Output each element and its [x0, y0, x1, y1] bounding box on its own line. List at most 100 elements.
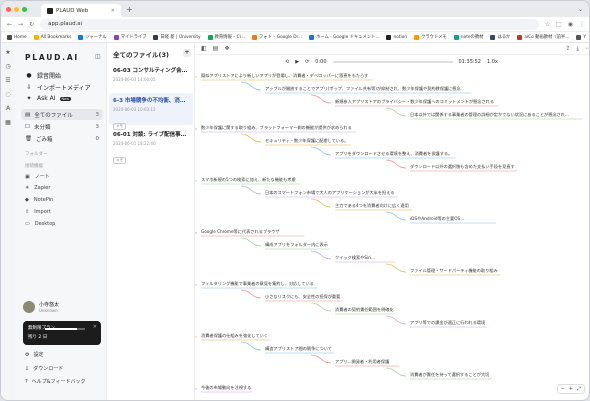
bookmark-item[interactable]: 教育情報 – Ci... — [207, 34, 245, 40]
bookmark-item[interactable]: notion — [386, 34, 407, 40]
bookmark-item[interactable]: はるか — [490, 34, 510, 40]
bookmark-item[interactable]: Y — [576, 34, 586, 40]
mindmap-canvas[interactable]: 擬似アプリストアにより新しいアプリが登場し、消費者・デベロッパーに恩恵をもたらす… — [195, 69, 589, 400]
reload-icon[interactable]: ↻ — [29, 21, 34, 28]
playback-progress-bar[interactable] — [332, 61, 453, 63]
back-icon[interactable]: ← — [7, 21, 12, 28]
mindmap-node[interactable]: 新規参入アプリストアのプライバシー・数少年保護へのコミットメントが懸念される — [335, 99, 494, 105]
mindmap-node[interactable]: 小さなリスクにも、安全性の担保が重要 — [265, 294, 340, 300]
panel-toggle-icon[interactable]: ◧ — [201, 45, 207, 52]
apps-icon[interactable]: ▦ — [5, 119, 11, 126]
folder-section-label[interactable]: フォルダー — [25, 151, 48, 157]
star-icon[interactable]: ★ — [5, 49, 10, 56]
share-icon[interactable]: ⇪ — [565, 45, 570, 52]
mindmap-node[interactable]: クイック検索やSiri... — [335, 255, 375, 261]
bookmark-item[interactable]: ジャーナル — [78, 34, 107, 40]
sidebar-item-note[interactable]: ▣ ノート — [25, 173, 50, 181]
file-item-selected[interactable]: 6-3 市場競争の不均衡、消費者保護... 2024-06-03 10:03:1… — [109, 93, 193, 130]
record-start-button[interactable]: ● 録音開始 — [25, 71, 61, 80]
more-icon[interactable]: ⋯ — [585, 45, 589, 52]
file-item[interactable]: 06-03 コンサルティング会議：アドバ... 2024-06-03 14:00… — [109, 63, 193, 100]
play-icon[interactable]: ▶ — [295, 59, 299, 65]
sidebar-item-uncategorized[interactable]: ☐ 未分類 3 — [21, 121, 103, 132]
mindmap-node[interactable]: ファイル管理・サードパーティ機能の取り組み — [410, 268, 498, 274]
mindmap-connector — [195, 388, 198, 390]
mindmap-node[interactable]: スマホ新規の5つの検索に加え、新たな機能も考慮 — [201, 177, 296, 183]
bookmark-item[interactable]: All Bookmarks — [33, 34, 71, 40]
mindmap-node[interactable]: ダウンロード以外の選択肢も含めた支払い手段を見直す — [410, 164, 515, 170]
bookmark-item[interactable]: noteの教材 — [453, 34, 483, 40]
menu-dots-icon[interactable]: ⋮ — [579, 21, 585, 28]
bookmark-item[interactable]: Home — [7, 34, 27, 40]
settings-button[interactable]: ⚙ 設定 — [25, 351, 44, 359]
add-file-button[interactable]: + — [183, 49, 191, 57]
mindmap-node[interactable]: 消費者の契約責任範囲を明確化 — [335, 307, 394, 313]
extensions-icon[interactable]: ⬚ — [556, 21, 562, 28]
star-icon[interactable]: ☆ — [545, 21, 550, 28]
bookmark-item[interactable]: ホーム - Google ドキュメント... — [309, 34, 379, 40]
download-button[interactable]: ⇩ ダウンロード — [25, 365, 63, 373]
sidebar-item-trash[interactable]: 🗑 ごみ箱 0 — [21, 133, 103, 144]
bookmark-item[interactable]: 日経 新 | University — [153, 34, 201, 40]
export-icon[interactable]: ⤓ — [576, 45, 579, 53]
history-icon[interactable]: ◷ — [5, 63, 10, 70]
transcript-icon[interactable]: ▤ — [213, 45, 219, 52]
mindmap-node[interactable]: セキュリティ・数少年保護に配慮している。 — [265, 138, 348, 144]
rewind-icon[interactable]: ⟲ — [285, 59, 289, 65]
sidebar-item-notepin[interactable]: ◆ NotePin — [25, 197, 53, 203]
import-media-button[interactable]: ⇩ インポートメディア — [25, 83, 90, 92]
translate-icon[interactable]: A — [6, 105, 10, 112]
forward-icon[interactable]: ⟳ — [305, 59, 309, 65]
mindmap-node[interactable]: 数少年保護に関する取り組み、ブラットフォーマー側の機能が提供が求められる — [201, 125, 352, 131]
ask-ai-button[interactable]: ✦ Ask AI New — [25, 95, 72, 102]
minimize-window-button[interactable] — [14, 6, 19, 12]
sidebar-toggle-icon[interactable]: ◫ — [95, 53, 101, 60]
close-tab-icon[interactable]: ✕ — [111, 8, 115, 14]
bookmark-item[interactable]: aiCo 動画教材（前半... — [517, 34, 569, 40]
file-item[interactable]: 06-01 対談: ライブ配信事業の変遷... 2024-06-01 18:22… — [109, 127, 193, 164]
chat-icon[interactable]: ◌ — [5, 91, 10, 98]
browser-tab[interactable]: PLAUD Web ✕ — [41, 4, 121, 17]
new-tab-icon[interactable]: + — [126, 5, 133, 14]
list-icon[interactable]: ☰ — [5, 77, 10, 84]
fit-icon[interactable]: ⤢ — [577, 386, 581, 392]
forward-icon[interactable]: → — [18, 21, 23, 28]
mindmap-node[interactable]: 擬似アプリストアにより新しいアプリが登場し、消費者・デベロッパーに恩恵をもたらす — [201, 73, 368, 79]
sidebar-item-import[interactable]: ⇪ Import — [25, 209, 51, 215]
plan-card[interactable]: 無制限プラン 残り 2 日 ✕ — [23, 321, 101, 345]
mindmap-node[interactable]: アプリ等での課金が適正に行われる環境 — [410, 320, 485, 326]
sidebar-item-all-files[interactable]: ▤ 全てのファイル 3 — [21, 109, 103, 120]
speed-control[interactable]: 1.0x — [487, 59, 498, 65]
mindmap-node[interactable]: 今後の市場動向を注視する — [201, 385, 251, 391]
bookmark-item[interactable]: フォト – Google Dr... — [251, 34, 302, 40]
mindmap-node[interactable]: 日本以外では関係する事業者の管理の詳細が定かでない状況にあることが懸念され... — [410, 112, 569, 118]
zoom-out-icon[interactable]: − — [561, 386, 565, 392]
mindmap-node[interactable]: アプリをダウンロードさせる環境を整え、消費者を保護する。 — [335, 151, 452, 157]
mindmap-node[interactable]: 消費者保護の仕組みを強化していく — [201, 333, 268, 339]
mindmap-node[interactable]: 構造アプリストア間の競争について — [265, 346, 332, 352]
mindmap-icon[interactable]: ❖ — [224, 45, 229, 52]
mindmap-node[interactable]: フィルタリング機能で事業者の意見を集約し、対応している — [201, 281, 314, 287]
close-window-button[interactable] — [6, 6, 11, 12]
maximize-window-button[interactable] — [22, 6, 27, 12]
mindmap-node[interactable]: 主力である4つを消費者向けに広く適用 — [335, 203, 409, 209]
mindmap-node[interactable]: iOSやAndroid等の主要OS... — [410, 216, 464, 222]
mindmap-node[interactable]: Google Chrome等に代表されるブラウザ — [201, 229, 280, 235]
user-profile[interactable]: 小寺悠太 Unknown — [23, 301, 59, 313]
url-input[interactable]: app.plaud.ai — [40, 18, 539, 30]
sidebar-item-desktop[interactable]: ▭ Desktop — [25, 221, 55, 227]
bookmark-item[interactable]: マイドライブ — [113, 34, 147, 40]
mindmap-node[interactable]: アプリ...開発者・利用者保護 — [335, 359, 389, 365]
sidebar-item-zapier[interactable]: ✳ Zapier — [25, 185, 50, 191]
mindmap-node[interactable]: 消費者が責任を持って選択することが大切 — [410, 372, 489, 378]
profile-icon[interactable]: ◉ — [568, 21, 573, 28]
mindmap-node[interactable]: 日本のスマートフォン市場で大人のアプリケーションが大半を担える — [265, 190, 394, 196]
help-feedback-button[interactable]: ? ヘルプ&フィードバック — [25, 378, 85, 386]
bookmark-item[interactable]: クラウドメモ — [414, 34, 447, 40]
close-icon[interactable]: ✕ — [93, 324, 97, 330]
mindmap-node[interactable]: 構成アプリをフォルダー内に表示 — [265, 242, 328, 248]
mindmap-node[interactable]: アップルが開放することでアプリ(ポップ、ファイル共有等)が抑制され、数少年保護や… — [265, 86, 461, 92]
chevron-down-icon[interactable]: ⌄ — [578, 6, 583, 13]
zoom-in-icon[interactable]: + — [569, 386, 573, 392]
bookmark-label: マイドライブ — [120, 35, 147, 40]
